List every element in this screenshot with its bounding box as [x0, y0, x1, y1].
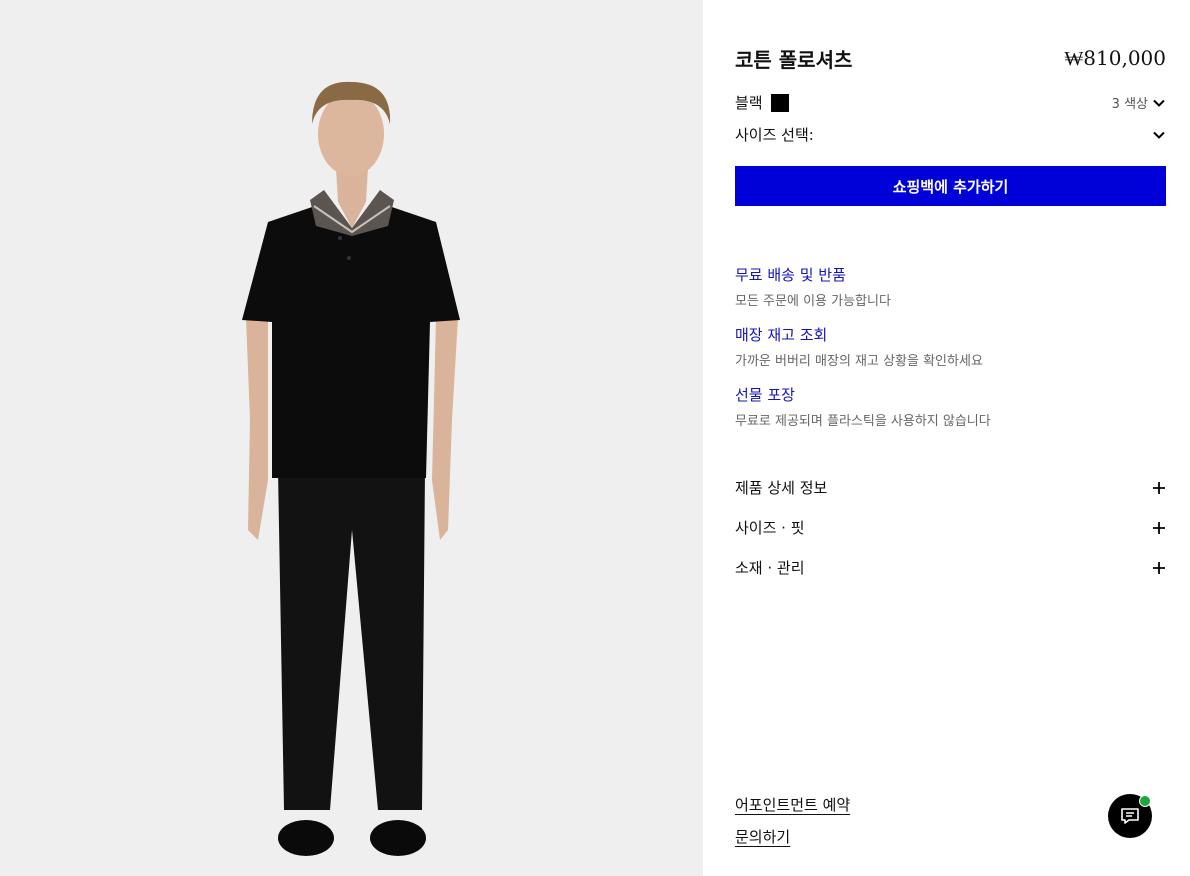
service-desc: 모든 주문에 이용 가능합니다 — [735, 294, 891, 309]
service-title[interactable]: 선물 포장 — [735, 384, 1166, 405]
product-info-panel: 코튼 폴로셔츠 ₩810,000 블랙 3 색상 사이즈 선택: 쇼핑백에 추가… — [735, 0, 1166, 876]
title-row: 코튼 폴로셔츠 ₩810,000 — [735, 44, 1166, 73]
color-count-toggle[interactable]: 3 색상 — [1112, 93, 1166, 112]
service-store-stock[interactable]: 매장 재고 조회 가까운 버버리 매장의 재고 상황을 확인하세요 — [735, 324, 1166, 369]
color-swatch[interactable] — [770, 93, 789, 112]
accordion-label: 소재 · 관리 — [735, 559, 805, 577]
chat-status-dot — [1139, 795, 1151, 807]
service-free-shipping[interactable]: 무료 배송 및 반품 모든 주문에 이용 가능합니다 — [735, 264, 1166, 309]
accordion-material-care[interactable]: 소재 · 관리 — [735, 557, 1166, 578]
size-selector[interactable]: 사이즈 선택: — [735, 124, 1166, 145]
color-row: 블랙 3 색상 — [735, 92, 1166, 113]
inquiry-link[interactable]: 문의하기 — [735, 826, 790, 847]
accordion-product-details[interactable]: 제품 상세 정보 — [735, 477, 1166, 498]
service-title[interactable]: 무료 배송 및 반품 — [735, 264, 1166, 285]
chevron-down-icon — [1153, 131, 1165, 139]
model-illustration — [0, 0, 703, 876]
plus-icon — [1153, 521, 1165, 534]
service-gift-wrap[interactable]: 선물 포장 무료로 제공되며 플라스틱을 사용하지 않습니다 — [735, 384, 1166, 429]
chat-icon — [1121, 808, 1139, 824]
plus-icon — [1153, 481, 1165, 494]
accordion-label: 제품 상세 정보 — [735, 479, 828, 497]
color-count-label: 3 색상 — [1111, 97, 1148, 112]
appointment-link[interactable]: 어포인트먼트 예약 — [735, 794, 850, 815]
service-desc: 무료로 제공되며 플라스틱을 사용하지 않습니다 — [735, 414, 991, 429]
color-selector: 블랙 — [735, 92, 789, 113]
size-label: 사이즈 선택: — [735, 126, 814, 144]
product-image[interactable] — [0, 0, 703, 876]
service-desc: 가까운 버버리 매장의 재고 상황을 확인하세요 — [735, 354, 983, 369]
service-title[interactable]: 매장 재고 조회 — [735, 324, 1166, 345]
plus-icon — [1153, 561, 1165, 574]
add-to-bag-button[interactable]: 쇼핑백에 추가하기 — [735, 166, 1166, 206]
product-price: ₩810,000 — [1064, 46, 1166, 70]
accordion-size-fit[interactable]: 사이즈 · 핏 — [735, 517, 1166, 538]
product-title: 코튼 폴로셔츠 — [735, 48, 853, 72]
chevron-down-icon — [1153, 99, 1165, 107]
color-name: 블랙 — [735, 94, 763, 112]
accordion-label: 사이즈 · 핏 — [735, 519, 805, 537]
